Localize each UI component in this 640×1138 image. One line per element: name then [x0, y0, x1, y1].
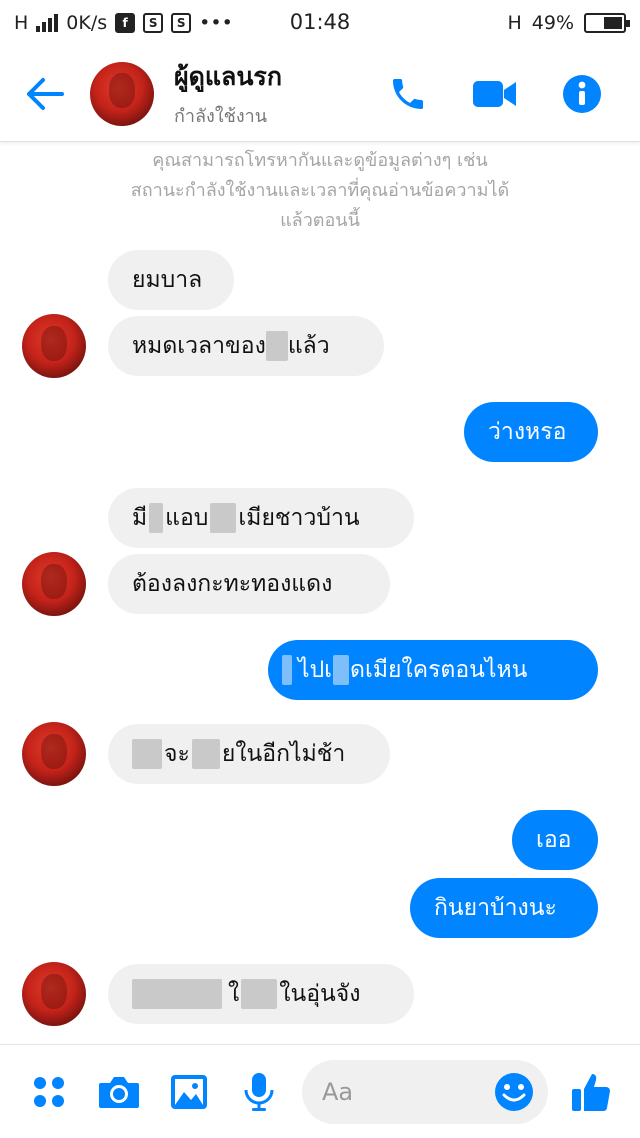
message-text: เมียชาวบ้าน — [238, 505, 360, 531]
censored-text — [210, 503, 237, 533]
info-icon[interactable] — [562, 74, 602, 114]
menu-dots-icon — [34, 1076, 64, 1107]
sender-avatar[interactable] — [22, 962, 86, 1026]
clock: 01:48 — [289, 10, 351, 34]
censored-text — [241, 979, 278, 1009]
censored-text — [265, 331, 288, 361]
message-text: ดเมียใครตอนไหน — [350, 657, 528, 683]
censored-text — [333, 655, 350, 685]
emoji-icon[interactable] — [494, 1072, 534, 1112]
outgoing-message[interactable]: ว่างหรอ — [464, 402, 598, 462]
message-text: ใ — [228, 981, 240, 1007]
message-text: ต้องลงกะทะทองแดง — [132, 571, 333, 597]
image-icon — [171, 1074, 207, 1109]
camera-button[interactable] — [84, 1074, 154, 1110]
message-text: หมดเวลาของ — [132, 333, 266, 359]
notice-line-2: สถานะกำลังใช้งานและเวลาที่คุณอ่านข้อความ… — [130, 180, 510, 201]
censored-text — [132, 739, 162, 769]
message-composer — [0, 1044, 640, 1138]
contact-status: กำลังใช้งาน — [174, 106, 268, 127]
back-arrow-icon — [27, 77, 64, 110]
censored-text — [132, 979, 222, 1009]
more-actions-button[interactable] — [14, 1075, 84, 1109]
incoming-message[interactable]: จะ ยในอีกไม่ช้า — [108, 724, 390, 784]
contact-name: ผู้ดูแลนรก — [174, 62, 282, 91]
message-text: มี — [132, 505, 148, 531]
incoming-message[interactable]: ต้องลงกะทะทองแดง — [108, 554, 390, 614]
message-text: แล้ว — [287, 333, 330, 359]
incoming-message[interactable]: ใ ในอุ่นจัง — [108, 964, 414, 1024]
outgoing-message[interactable]: ไปเ ดเมียใครตอนไหน — [268, 640, 598, 700]
video-icon[interactable] — [472, 77, 518, 111]
message-text: เออ — [536, 827, 572, 853]
notice-line-1: คุณสามารถโทรหากันและดูข้อมูลต่างๆ เช่น — [152, 150, 488, 171]
notice-line-3: แล้วตอนนี้ — [280, 210, 360, 231]
battery-icon — [584, 13, 630, 33]
message-text: ไปเ — [298, 657, 333, 683]
contact-avatar[interactable] — [90, 61, 154, 126]
status-bar: H 0K/s f S S ••• 01:48 H 49% — [0, 0, 640, 46]
incoming-message[interactable]: หมดเวลาของ แล้ว — [108, 316, 384, 376]
outgoing-message[interactable]: กินยาบ้างนะ — [410, 878, 598, 938]
sender-avatar[interactable] — [22, 552, 86, 616]
header-actions — [388, 74, 640, 114]
censored-text — [282, 655, 292, 685]
microphone-icon — [244, 1072, 274, 1111]
censored-text — [149, 503, 164, 533]
contact-info[interactable]: ผู้ดูแลนรก กำลังใช้งาน — [174, 57, 282, 130]
thumbs-up-icon — [572, 1073, 610, 1111]
message-text: ยในอีกไม่ช้า — [221, 741, 346, 767]
message-text: แอบ — [165, 505, 209, 531]
gallery-button[interactable] — [154, 1074, 224, 1110]
chat-header: ผู้ดูแลนรก กำลังใช้งาน — [0, 46, 640, 142]
message-text: จะ — [164, 741, 190, 767]
incoming-message[interactable]: มี แอบ เมียชาวบ้าน — [108, 488, 414, 548]
phone-icon[interactable] — [388, 74, 428, 114]
like-button[interactable] — [556, 1071, 626, 1113]
chat-notice: คุณสามารถโทรหากันและดูข้อมูลต่างๆ เช่น ส… — [60, 146, 580, 236]
message-input[interactable] — [322, 1077, 494, 1106]
camera-icon — [99, 1076, 139, 1108]
message-text: กินยาบ้างนะ — [434, 895, 557, 921]
message-text: ว่างหรอ — [488, 419, 567, 445]
back-button[interactable] — [0, 46, 90, 142]
outgoing-message[interactable]: เออ — [512, 810, 598, 870]
message-text: ยมบาล — [132, 267, 203, 293]
censored-text — [191, 739, 220, 769]
voice-button[interactable] — [224, 1072, 294, 1112]
message-text: ในอุ่นจัง — [279, 981, 361, 1007]
sender-avatar[interactable] — [22, 722, 86, 786]
sender-avatar[interactable] — [22, 314, 86, 378]
message-input-box[interactable] — [302, 1059, 548, 1124]
incoming-message[interactable]: ยมบาล — [108, 250, 234, 310]
